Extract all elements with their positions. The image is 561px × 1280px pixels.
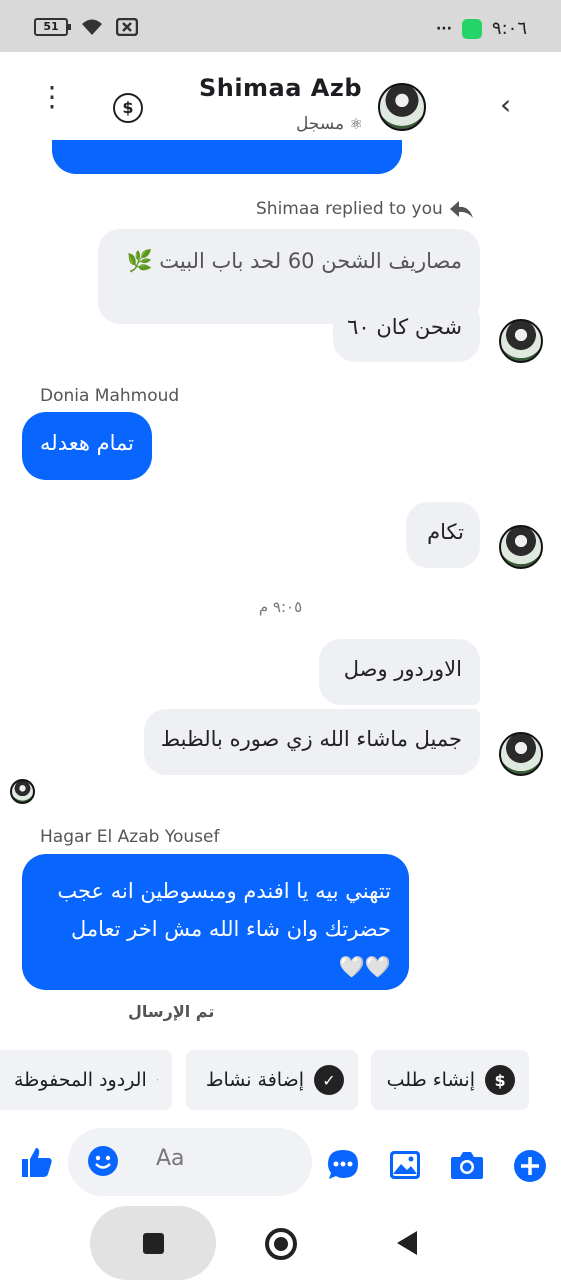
- status-left: 51: [34, 18, 138, 36]
- back-arrow-icon[interactable]: ‹: [500, 91, 526, 119]
- sent-status: تم الإرسال: [128, 1002, 215, 1021]
- gallery-icon[interactable]: [389, 1150, 421, 1180]
- sender-avatar[interactable]: [499, 525, 543, 569]
- create-order-chip[interactable]: $ إنشاء طلب: [371, 1050, 529, 1110]
- message-bubble-outgoing[interactable]: تتهني بيه يا افندم ومبسوطين انه عجب حضرت…: [22, 854, 409, 990]
- battery-icon: 51: [34, 18, 71, 36]
- recents-square-icon[interactable]: [143, 1233, 164, 1254]
- sender-name: Hagar El Azab Yousef: [40, 827, 220, 847]
- home-circle-icon[interactable]: [265, 1228, 297, 1260]
- contact-avatar[interactable]: [378, 83, 426, 131]
- message-bubble-incoming[interactable]: تكام: [406, 502, 480, 568]
- no-sim-icon: [116, 18, 138, 36]
- clock: ٩:٠٦: [491, 18, 527, 39]
- whatsapp-icon: [461, 18, 482, 39]
- contact-name[interactable]: Shimaa Azb: [0, 74, 561, 102]
- message-bubble-incoming[interactable]: شحن كان ٦٠: [333, 298, 480, 362]
- add-plus-icon[interactable]: [513, 1149, 547, 1183]
- sender-avatar[interactable]: [499, 732, 543, 776]
- camera-icon[interactable]: [450, 1150, 484, 1180]
- wifi-icon: [82, 19, 102, 35]
- message-bubble-incoming[interactable]: جميل ماشاء الله زي صوره بالظبط: [144, 709, 480, 775]
- previous-message-bubble: [52, 140, 402, 174]
- dollar-icon: $: [485, 1065, 515, 1095]
- reply-arrow-icon: [449, 201, 473, 218]
- more-notifications-icon: ···: [435, 20, 452, 37]
- chat-dots-icon[interactable]: [326, 1148, 360, 1182]
- emoji-icon[interactable]: [88, 1146, 118, 1176]
- chat-bubbles-icon: [156, 1079, 158, 1081]
- seen-avatar: [10, 779, 35, 804]
- message-bubble-incoming[interactable]: الاوردور وصل: [319, 639, 480, 705]
- saved-replies-chip[interactable]: الردود المحفوظة: [0, 1050, 172, 1110]
- sender-avatar[interactable]: [499, 319, 543, 363]
- sender-name: Donia Mahmoud: [40, 386, 180, 406]
- back-triangle-icon[interactable]: [396, 1230, 418, 1256]
- atom-icon: ⚛: [349, 115, 363, 133]
- check-circle-icon: ✓: [314, 1065, 344, 1095]
- message-bubble-outgoing[interactable]: تمام هعدله: [22, 412, 152, 480]
- like-thumb-icon[interactable]: [20, 1145, 54, 1179]
- reply-note: Shimaa replied to you: [256, 198, 475, 220]
- add-activity-chip[interactable]: ✓ إضافة نشاط: [186, 1050, 358, 1110]
- timestamp: ٩:٠٥ م: [258, 598, 303, 616]
- message-placeholder: Aa: [156, 1146, 185, 1171]
- chat-header: [0, 52, 561, 152]
- status-right: ··· ٩:٠٦: [436, 18, 527, 39]
- contact-subtitle: ⚛ مسجل: [296, 114, 363, 134]
